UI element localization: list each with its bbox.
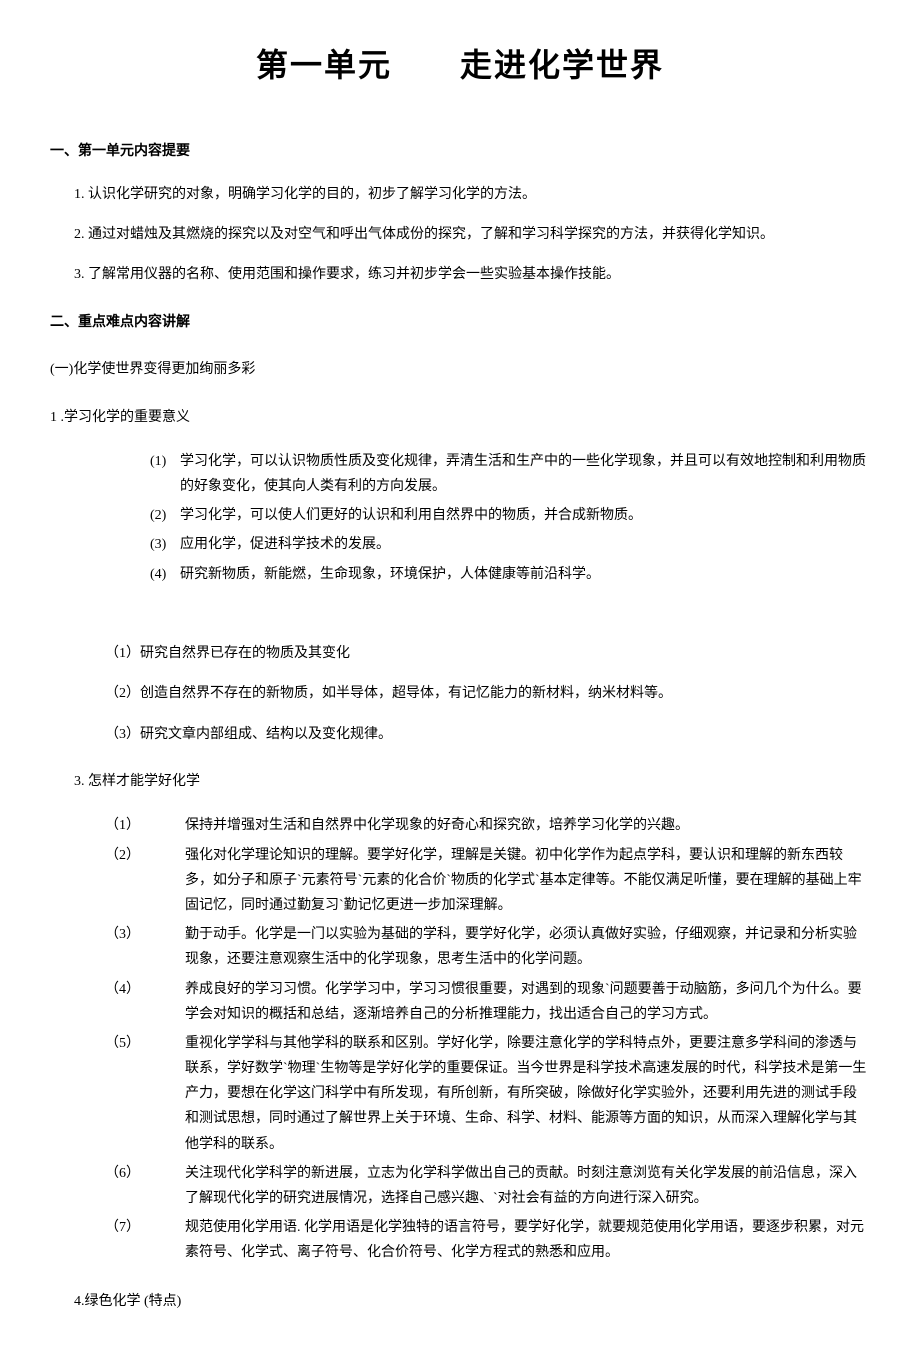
list-item: （3） 勤于动手。化学是一门以实验为基础的学科，要学好化学，必须认真做好实验，仔…: [105, 922, 870, 972]
item-number: （2）: [105, 843, 185, 919]
item-text: 保持并增强对生活和自然界中化学现象的好奇心和探究欲，培养学习化学的兴趣。: [185, 813, 870, 838]
study-methods-list: （1） 保持并增强对生活和自然界中化学现象的好奇心和探究欲，培养学习化学的兴趣。…: [105, 813, 870, 1265]
item-number: （1）: [105, 813, 185, 838]
list-item: （1） 保持并增强对生活和自然界中化学现象的好奇心和探究欲，培养学习化学的兴趣。: [105, 813, 870, 838]
s1-para1: 1. 认识化学研究的对象，明确学习化学的目的，初步了解学习化学的方法。: [74, 184, 870, 206]
item-number: （5）: [105, 1031, 185, 1157]
paren-item-1: （1）研究自然界已存在的物质及其变化: [105, 643, 870, 665]
list-item: (1) 学习化学，可以认识物质性质及变化规律，弄清生活和生产中的一些化学现象，并…: [150, 449, 870, 499]
list-item: （5） 重视化学学科与其他学科的联系和区别。学好化学，除要注意化学的学科特点外，…: [105, 1031, 870, 1157]
item-number: （7）: [105, 1215, 185, 1265]
item-text: 关注现代化学科学的新进展，立志为化学科学做出自己的贡献。时刻注意浏览有关化学发展…: [185, 1161, 870, 1211]
s1-para2: 2. 通过对蜡烛及其燃烧的探究以及对空气和呼出气体成份的探究，了解和学习科学探究…: [74, 224, 870, 246]
item-number: (1): [150, 449, 180, 499]
list-item: (2) 学习化学，可以使人们更好的认识和利用自然界中的物质，并合成新物质。: [150, 503, 870, 528]
list-item: （7） 规范使用化学用语. 化学用语是化学独特的语言符号，要学好化学，就要规范使…: [105, 1215, 870, 1265]
item-text: 重视化学学科与其他学科的联系和区别。学好化学，除要注意化学的学科特点外，更要注意…: [185, 1031, 870, 1157]
subsection-2: 1 .学习化学的重要意义: [50, 407, 870, 429]
item-text: 应用化学，促进科学技术的发展。: [180, 532, 390, 557]
significance-list: (1) 学习化学，可以认识物质性质及变化规律，弄清生活和生产中的一些化学现象，并…: [150, 449, 870, 587]
item-number: （3）: [105, 922, 185, 972]
paren-item-2: （2）创造自然界不存在的新物质，如半导体，超导体，有记忆能力的新材料，纳米材料等…: [105, 683, 870, 705]
item-text: 规范使用化学用语. 化学用语是化学独特的语言符号，要学好化学，就要规范使用化学用…: [185, 1215, 870, 1265]
item-number: (4): [150, 562, 180, 587]
list-item: （4） 养成良好的学习习惯。化学学习中，学习习惯很重要，对遇到的现象`问题要善于…: [105, 977, 870, 1027]
section2-heading: 二、重点难点内容讲解: [50, 312, 870, 334]
list-item: (4) 研究新物质，新能燃，生命现象，环境保护，人体健康等前沿科学。: [150, 562, 870, 587]
item-text: 勤于动手。化学是一门以实验为基础的学科，要学好化学，必须认真做好实验，仔细观察，…: [185, 922, 870, 972]
item-text: 学习化学，可以认识物质性质及变化规律，弄清生活和生产中的一些化学现象，并且可以有…: [180, 449, 870, 499]
item-number: (2): [150, 503, 180, 528]
item-text: 强化对化学理论知识的理解。要学好化学，理解是关键。初中化学作为起点学科，要认识和…: [185, 843, 870, 919]
item-number: （4）: [105, 977, 185, 1027]
list-item: （2） 强化对化学理论知识的理解。要学好化学，理解是关键。初中化学作为起点学科，…: [105, 843, 870, 919]
item-text: 养成良好的学习习惯。化学学习中，学习习惯很重要，对遇到的现象`问题要善于动脑筋，…: [185, 977, 870, 1027]
subsection-1: (一)化学使世界变得更加绚丽多彩: [50, 359, 870, 381]
item-text: 研究新物质，新能燃，生命现象，环境保护，人体健康等前沿科学。: [180, 562, 600, 587]
item-text: 学习化学，可以使人们更好的认识和利用自然界中的物质，并合成新物质。: [180, 503, 642, 528]
list-item: (3) 应用化学，促进科学技术的发展。: [150, 532, 870, 557]
page-title: 第一单元 走进化学世界: [50, 40, 870, 91]
list-item: （6） 关注现代化学科学的新进展，立志为化学科学做出自己的贡献。时刻注意浏览有关…: [105, 1161, 870, 1211]
section1-heading: 一、第一单元内容提要: [50, 141, 870, 163]
item3-heading: 3. 怎样才能学好化学: [74, 771, 870, 793]
item-number: (3): [150, 532, 180, 557]
paren-item-3: （3）研究文章内部组成、结构以及变化规律。: [105, 724, 870, 746]
item-number: （6）: [105, 1161, 185, 1211]
s1-para3: 3. 了解常用仪器的名称、使用范围和操作要求，练习并初步学会一些实验基本操作技能…: [74, 264, 870, 286]
